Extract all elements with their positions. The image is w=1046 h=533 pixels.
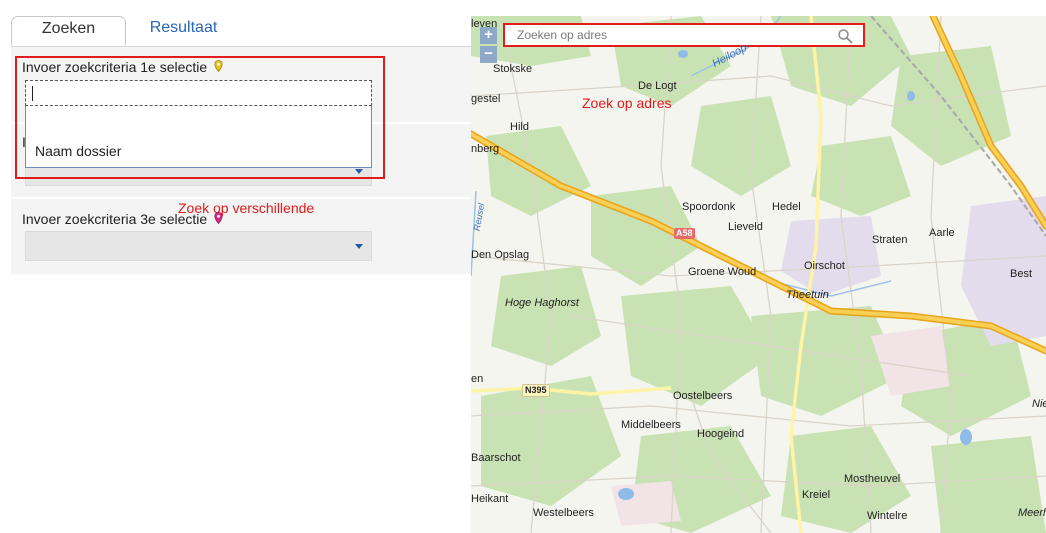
annotation-zoek-op-adres: Zoek op adres <box>582 95 672 111</box>
place-label: Oirschot <box>804 260 845 272</box>
map-canvas <box>471 16 1046 533</box>
place-label: Hoge Haghorst <box>505 297 579 309</box>
chevron-down-icon <box>355 244 363 249</box>
place-label: Kreiel <box>802 489 831 501</box>
tab-resultaat[interactable]: Resultaat <box>136 16 231 46</box>
place-label: Hedel <box>772 201 801 213</box>
road-badge-a58: A58 <box>674 228 695 239</box>
road-badge-n395: N395 <box>522 384 550 397</box>
highlight-criteria-box <box>15 56 385 179</box>
place-label: Nie <box>1032 398 1046 410</box>
place-label: Heikant <box>471 493 509 505</box>
annotation-zoek-op-verschillende: Zoek op verschillende <box>178 200 315 216</box>
place-label: Westelbeers <box>533 507 594 519</box>
place-label: Baarschot <box>471 452 521 464</box>
place-label: nberg <box>471 143 500 155</box>
place-label: Groene Woud <box>688 266 757 278</box>
place-label: Best <box>1010 268 1033 280</box>
map-view[interactable]: + − Zoeken op adres Zoek op adres leven … <box>471 16 1046 533</box>
place-label: Hild <box>510 121 529 133</box>
zoom-out-button[interactable]: − <box>480 46 497 63</box>
criteria-separator <box>11 197 471 199</box>
place-label: Oostelbeers <box>673 390 733 402</box>
search-icon[interactable] <box>837 28 853 44</box>
address-search-placeholder: Zoeken op adres <box>517 28 608 42</box>
place-label: leven <box>471 18 498 30</box>
place-label: Lieveld <box>728 221 763 233</box>
place-label: Meerh <box>1018 507 1046 519</box>
place-label: Stokske <box>493 63 533 75</box>
address-search-input[interactable]: Zoeken op adres <box>503 23 865 47</box>
place-label: Middelbeers <box>621 419 681 431</box>
place-label: Spoordonk <box>682 201 736 213</box>
place-label: Den Opslag <box>471 249 530 261</box>
place-label: gestel <box>471 93 501 105</box>
place-label: De Logt <box>638 80 677 92</box>
place-label: Hoogeind <box>697 428 745 440</box>
place-label: Theetuin <box>786 289 829 301</box>
criteria-3-select[interactable] <box>25 231 372 261</box>
place-label: en <box>471 373 484 385</box>
place-label: Wintelre <box>867 510 908 522</box>
place-label: Mostheuvel <box>844 473 901 485</box>
place-label: Straten <box>872 234 908 246</box>
tab-zoeken[interactable]: Zoeken <box>11 16 126 46</box>
place-label: Aarle <box>929 227 955 239</box>
